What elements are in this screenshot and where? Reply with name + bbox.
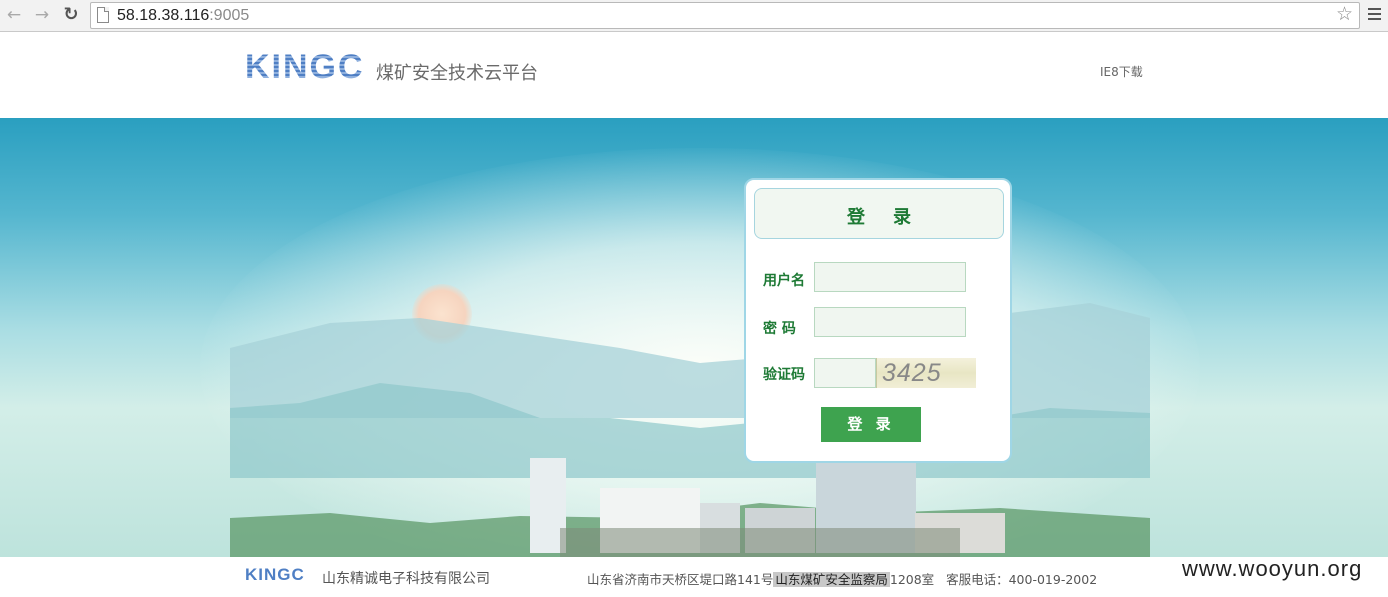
site-header	[0, 32, 1388, 118]
captcha-text: 3425	[882, 359, 942, 387]
login-button[interactable]: 登 录	[821, 407, 921, 442]
captcha-input[interactable]	[814, 358, 876, 388]
password-input[interactable]	[814, 307, 966, 337]
address-prefix: 山东省济南市天桥区堤口路141号	[587, 572, 774, 587]
url-text[interactable]: 58.18.38.116:9005	[117, 6, 249, 25]
browser-toolbar: ← → ↻ 58.18.38.116:9005 ☆	[0, 0, 1388, 32]
kingc-logo: KINGC	[245, 48, 365, 86]
landscape-banner	[0, 118, 1388, 557]
address-suffix: 1208室	[889, 572, 935, 587]
password-label: 密 码	[763, 321, 796, 337]
mountains-image	[230, 303, 1150, 557]
footer-address: 山东省济南市天桥区堤口路141号 山东煤矿安全监察局 1208室 客服电话：400-…	[587, 569, 1097, 588]
footer-logo: KINGC	[245, 565, 305, 584]
page-icon	[97, 7, 109, 23]
address-bar[interactable]: 58.18.38.116:9005 ☆	[90, 2, 1360, 29]
address-highlight: 山东煤矿安全监察局	[773, 572, 890, 587]
ie8-download-link[interactable]: IE8下载	[1100, 63, 1143, 80]
username-input[interactable]	[814, 262, 966, 292]
username-label: 用户名	[763, 273, 805, 289]
bookmark-star-icon[interactable]: ☆	[1336, 3, 1353, 25]
browser-menu-icon[interactable]	[1368, 8, 1381, 23]
footer-company: 山东精诚电子科技有限公司	[322, 571, 490, 587]
watermark: www.wooyun.org	[1182, 556, 1363, 581]
url-host: 58.18.38.116	[117, 7, 210, 24]
service-phone: 客服电话：400-019-2002	[946, 572, 1098, 587]
reload-icon[interactable]: ↻	[61, 5, 81, 25]
site-title: 煤矿安全技术云平台	[376, 63, 538, 84]
forward-icon[interactable]: →	[32, 5, 52, 25]
captcha-label: 验证码	[763, 367, 805, 383]
login-header: 登录	[754, 188, 1004, 239]
back-icon[interactable]: ←	[4, 5, 24, 25]
login-panel: 登录 用户名 密 码 验证码 3425 登 录	[744, 178, 1012, 463]
captcha-image[interactable]: 3425	[876, 358, 976, 388]
login-title: 登录	[847, 207, 939, 228]
url-port: :9005	[209, 7, 250, 24]
